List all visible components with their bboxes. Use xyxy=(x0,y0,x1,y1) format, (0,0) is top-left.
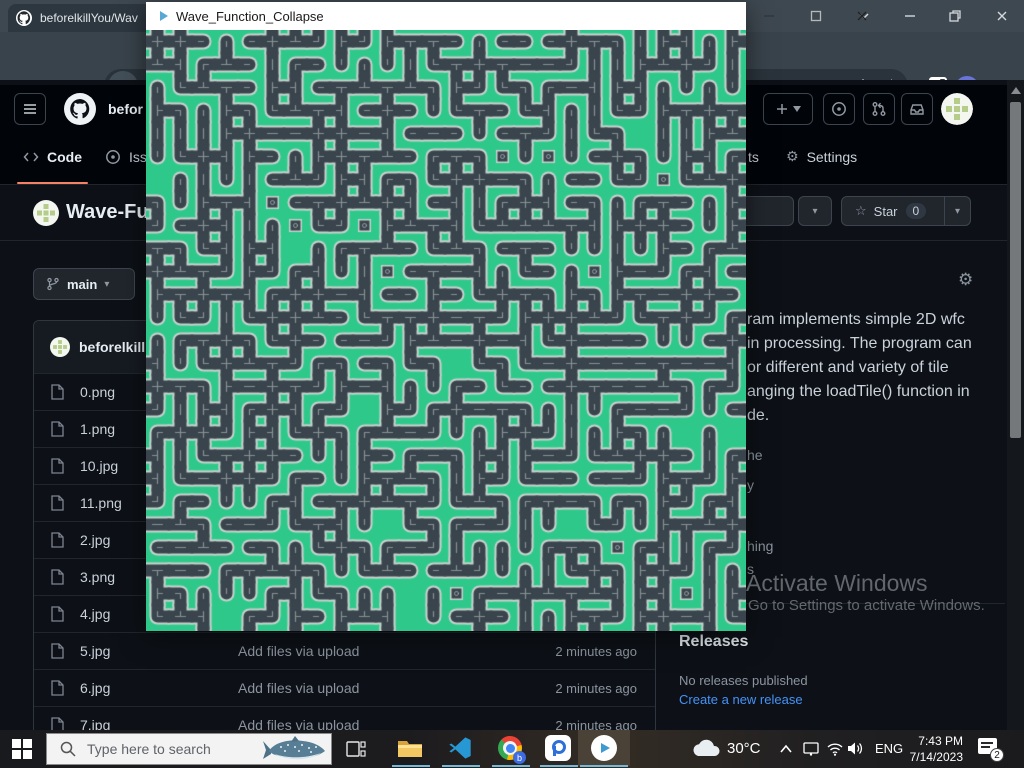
wfc-app-window: Wave_Function_Collapse xyxy=(146,2,746,631)
language-indicator[interactable]: ENG xyxy=(875,741,903,756)
gear-icon: ⚙ xyxy=(786,149,799,165)
about-gear-icon[interactable]: ⚙ xyxy=(958,270,973,290)
github-logo-icon[interactable] xyxy=(64,93,96,125)
breadcrumb-owner[interactable]: befor xyxy=(108,101,143,117)
commit-author[interactable]: beforelkill xyxy=(79,339,145,355)
browser-close-icon[interactable] xyxy=(995,9,1009,23)
table-row[interactable]: 7.jpgAdd files via upload2 minutes ago xyxy=(34,706,655,730)
browser-minimize-icon[interactable] xyxy=(903,9,917,23)
taskbar: Type here to search b xyxy=(0,730,1024,768)
wfc-close-icon[interactable] xyxy=(854,8,870,24)
file-icon xyxy=(50,384,64,400)
issues-header-icon[interactable] xyxy=(823,93,855,125)
start-button[interactable] xyxy=(12,739,32,759)
tab-title: beforelkillYou/Wav xyxy=(40,11,138,25)
connect-icon[interactable] xyxy=(802,741,820,757)
whale-shark-image xyxy=(261,735,327,763)
fork-dropdown-button[interactable]: ▾ xyxy=(798,196,832,226)
file-icon xyxy=(50,643,64,659)
file-icon xyxy=(50,680,64,696)
clock-date: 7/14/2023 xyxy=(905,749,963,765)
scrollbar-thumb[interactable] xyxy=(1010,102,1021,438)
wfc-sketch-taskbar-icon[interactable] xyxy=(578,730,630,766)
star-count: 0 xyxy=(906,203,927,219)
search-icon xyxy=(59,740,77,758)
volume-icon[interactable] xyxy=(847,741,866,756)
wfc-pattern-canvas xyxy=(146,30,746,631)
activate-windows-watermark-sub: Go to Settings to activate Windows. xyxy=(748,597,985,614)
wfc-maximize-icon[interactable] xyxy=(808,8,824,24)
tab-insights-fragment[interactable]: ts xyxy=(748,149,759,165)
chrome-profile-badge: b xyxy=(513,751,526,764)
create-release-link[interactable]: Create a new release xyxy=(679,692,803,707)
chevron-down-icon: ▾ xyxy=(812,206,817,217)
about-sidebar-fragment: hing xyxy=(747,538,773,554)
tab-issues[interactable]: Iss xyxy=(105,149,147,165)
clock-time: 7:43 PM xyxy=(905,733,963,749)
chevron-down-icon: ▾ xyxy=(955,206,960,217)
releases-empty-text: No releases published xyxy=(679,673,808,688)
branch-selector[interactable]: main ▾ xyxy=(33,268,135,300)
file-icon xyxy=(50,569,64,585)
star-button[interactable]: ☆ Star 0 ▾ xyxy=(841,196,971,226)
tab-settings[interactable]: ⚙ Settings xyxy=(786,149,857,165)
active-tab-underline xyxy=(17,182,88,184)
notification-center-icon[interactable]: 2 xyxy=(978,738,1000,758)
pull-requests-header-icon[interactable] xyxy=(863,93,895,125)
wfc-minimize-icon[interactable] xyxy=(761,8,777,24)
branch-name: main xyxy=(67,277,97,292)
commit-author-avatar[interactable] xyxy=(50,337,70,357)
browser-restore-icon[interactable] xyxy=(948,9,962,23)
releases-title: Releases xyxy=(679,633,748,651)
running-indicator xyxy=(540,765,578,767)
sketch-app-icon xyxy=(160,11,168,21)
search-input[interactable]: Type here to search xyxy=(46,733,332,765)
running-indicator xyxy=(392,765,430,767)
file-icon xyxy=(50,495,64,511)
notification-count-badge: 2 xyxy=(990,748,1004,762)
file-icon xyxy=(50,458,64,474)
file-icon xyxy=(50,421,64,437)
clock[interactable]: 7:43 PM 7/14/2023 xyxy=(905,733,963,765)
about-sidebar-fragment: he xyxy=(747,447,763,463)
activate-windows-watermark: Activate Windows xyxy=(746,570,928,597)
star-icon: ☆ xyxy=(855,204,867,219)
repo-title[interactable]: Wave-Fu xyxy=(66,201,149,224)
file-explorer-taskbar-icon[interactable] xyxy=(386,730,434,766)
vscode-taskbar-icon[interactable] xyxy=(436,730,484,766)
scrollbar-up-arrow-icon[interactable] xyxy=(1011,87,1021,94)
star-dropdown-button[interactable]: ▾ xyxy=(944,197,970,225)
tab-code[interactable]: Code xyxy=(23,149,82,165)
running-indicator xyxy=(492,765,530,767)
wfc-titlebar[interactable]: Wave_Function_Collapse xyxy=(146,2,746,30)
weather-cloud-icon[interactable] xyxy=(690,738,722,760)
page-scrollbar[interactable] xyxy=(1007,80,1024,730)
file-icon xyxy=(50,717,64,730)
processing-taskbar-icon[interactable] xyxy=(534,730,582,766)
task-view-icon[interactable] xyxy=(346,740,366,758)
chevron-down-icon: ▾ xyxy=(104,279,109,290)
file-icon xyxy=(50,606,64,622)
wifi-icon[interactable] xyxy=(826,741,844,756)
inbox-icon[interactable] xyxy=(901,93,933,125)
user-avatar[interactable] xyxy=(941,93,973,125)
tray-chevron-up-icon[interactable] xyxy=(779,744,793,754)
running-indicator xyxy=(442,765,480,767)
screen: beforelkillYou/Wav g ☆ b befor xyxy=(0,0,1024,768)
about-sidebar-fragment: y xyxy=(747,477,754,493)
table-row[interactable]: 6.jpgAdd files via upload2 minutes ago xyxy=(34,669,655,706)
file-icon xyxy=(50,532,64,548)
repo-owner-avatar xyxy=(33,200,59,226)
running-indicator xyxy=(580,765,628,767)
create-new-button[interactable] xyxy=(763,93,813,125)
about-description: ram implements simple 2D wfc in processi… xyxy=(747,308,1005,428)
github-favicon-icon xyxy=(16,10,32,26)
hamburger-menu-icon[interactable] xyxy=(14,93,46,125)
wfc-window-title: Wave_Function_Collapse xyxy=(176,9,324,24)
weather-temp[interactable]: 30°C xyxy=(727,740,761,757)
chrome-taskbar-icon[interactable]: b xyxy=(486,730,534,766)
table-row[interactable]: 5.jpgAdd files via upload2 minutes ago xyxy=(34,632,655,669)
